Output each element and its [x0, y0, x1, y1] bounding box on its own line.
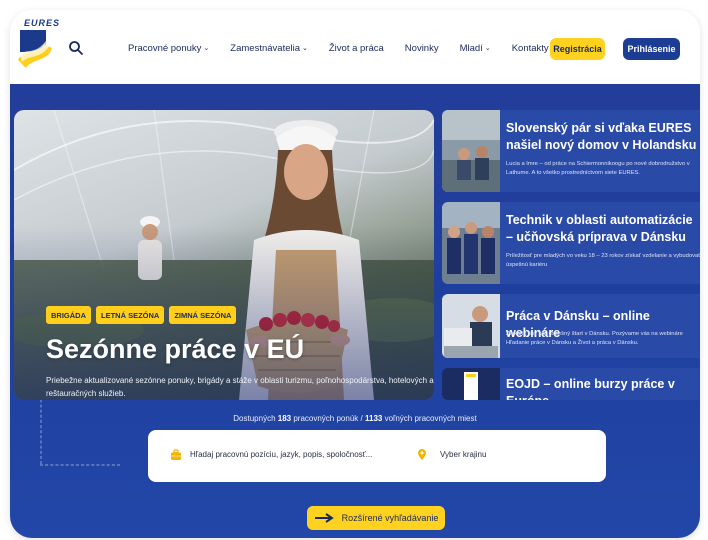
- decorative-line: [40, 464, 120, 466]
- location-pin-icon: [418, 449, 426, 460]
- stats-offers-label: pracovných ponúk: [293, 414, 359, 423]
- nav-label: Kontakty: [511, 42, 549, 54]
- advanced-search-label: Rozšírené vyhľadávanie: [341, 513, 439, 523]
- news-item[interactable]: Práca v Dánsku – online webináre Získajt…: [442, 294, 700, 358]
- tag-summer-season[interactable]: LETNÁ SEZÓNA: [96, 306, 165, 324]
- nav-label: Zamestnávatelia: [230, 42, 300, 54]
- chevron-down-icon: ⌄: [484, 45, 491, 52]
- news-item[interactable]: EOJD – online burzy práce v Európe: [442, 368, 700, 400]
- stats-positions-label: voľných pracovných miest: [384, 414, 477, 423]
- nav-label: Mladí: [459, 42, 483, 54]
- advanced-search-button[interactable]: Rozšírené vyhľadávanie: [307, 506, 445, 530]
- country-select[interactable]: Vyber krajinu: [440, 450, 486, 459]
- nav-label: Život a práca: [328, 42, 384, 54]
- hero-tags: BRIGÁDA LETNÁ SEZÓNA ZIMNÁ SEZÓNA: [46, 306, 241, 324]
- nav-item-contacts[interactable]: Kontakty: [512, 43, 549, 54]
- news-title: Technik v oblasti automatizácie – učňovs…: [506, 213, 693, 244]
- stats-positions-count: 1133: [364, 414, 383, 423]
- news-title: Slovenský pár si vďaka EURES našiel nový…: [506, 121, 697, 152]
- tag-winter-season[interactable]: ZIMNÁ SEZÓNA: [169, 306, 237, 324]
- news-description: Príležitosť pre mladých vo veku 18 – 23 …: [506, 253, 700, 268]
- news-thumbnail: [442, 110, 500, 192]
- eures-logo[interactable]: EURES: [14, 18, 60, 76]
- news-thumbnail: [442, 202, 500, 284]
- chevron-down-icon: ⌄: [302, 45, 308, 52]
- news-title: EOJD – online burzy práce v Európe: [506, 377, 675, 400]
- site-header: EURES Pracovné ponuky ⌄ Zamestnávatelia ⌄ …: [10, 10, 700, 84]
- browser-frame: EURES Pracovné ponuky ⌄ Zamestnávatelia ⌄ …: [10, 10, 700, 538]
- news-thumbnail: [442, 294, 500, 358]
- login-button[interactable]: Prihlásenie: [623, 38, 680, 60]
- job-stats: Dostupných 183 pracovných ponúk / 1133 v…: [10, 414, 700, 423]
- main-section: BRIGÁDA LETNÁ SEZÓNA ZIMNÁ SEZÓNA Sezónn…: [10, 84, 700, 538]
- keyword-search-input[interactable]: Hľadaj pracovnú pozíciu, jazyk, popis, s…: [190, 450, 372, 459]
- arrow-right-icon: [314, 513, 334, 523]
- nav-item-job-offers[interactable]: Pracovné ponuky ⌄: [128, 43, 209, 54]
- logo-text: EURES: [24, 18, 61, 28]
- search-icon[interactable]: [68, 40, 84, 56]
- news-item[interactable]: Slovenský pár si vďaka EURES našiel nový…: [442, 110, 700, 192]
- nav-item-life-and-work[interactable]: Život a práca: [329, 43, 384, 54]
- hero-banner[interactable]: BRIGÁDA LETNÁ SEZÓNA ZIMNÁ SEZÓNA Sezónn…: [14, 110, 434, 400]
- news-description: Lucia a Imre – od práce na Schiermonniko…: [506, 161, 690, 176]
- nav-label: Novinky: [404, 42, 439, 54]
- job-search-box: Hľadaj pracovnú pozíciu, jazyk, popis, s…: [148, 430, 606, 482]
- tag-brigada[interactable]: BRIGÁDA: [46, 306, 91, 324]
- hero-title: Sezónne práce v EÚ: [46, 334, 305, 364]
- stats-offers-count: 183: [277, 414, 292, 423]
- stats-prefix: Dostupných: [233, 414, 276, 423]
- news-thumbnail: [442, 368, 500, 400]
- news-item[interactable]: Technik v oblasti automatizácie – učňovs…: [442, 202, 700, 284]
- stats-separator: /: [360, 414, 363, 423]
- chevron-down-icon: ⌄: [203, 45, 210, 52]
- nav-item-employers[interactable]: Zamestnávatelia ⌄: [230, 43, 308, 54]
- main-navigation: Pracovné ponuky ⌄ Zamestnávatelia ⌄ Život …: [128, 38, 570, 58]
- nav-label: Pracovné ponuky: [128, 42, 202, 54]
- register-button[interactable]: Registrácia: [550, 38, 605, 60]
- hero-subtitle: Priebežne aktualizované sezónne ponuky, …: [46, 376, 434, 398]
- briefcase-icon: [171, 449, 181, 460]
- news-description: Získajte tipy pre úspešný štart v Dánsku…: [506, 331, 683, 346]
- nav-item-youth[interactable]: Mladí ⌄: [460, 43, 491, 54]
- nav-item-news[interactable]: Novinky: [405, 43, 439, 54]
